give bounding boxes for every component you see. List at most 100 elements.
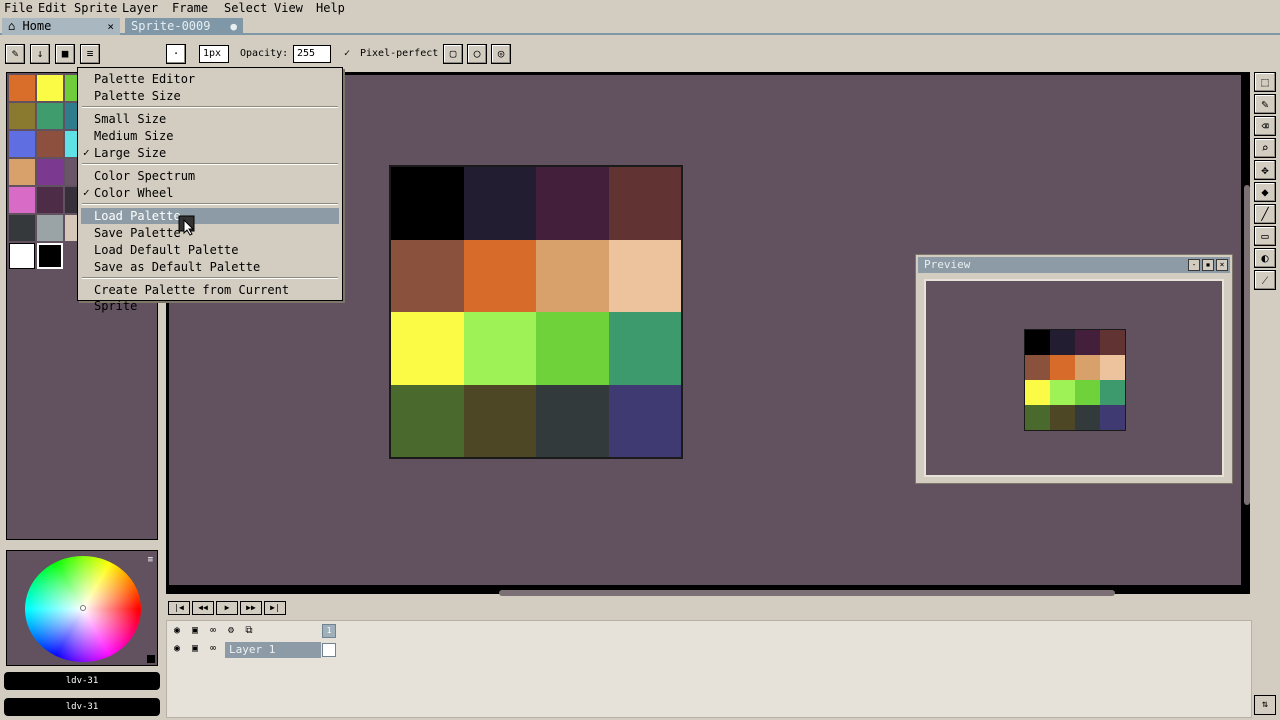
menu-item-palette-size[interactable]: Palette Size [81,88,339,104]
foreground-color-swatch[interactable] [9,243,35,269]
menu-file[interactable]: File [4,0,33,16]
link-icon[interactable]: ∞ [205,624,221,638]
palette-swatch[interactable] [9,131,35,157]
gear-icon[interactable]: ⚙ [223,624,239,638]
horizontal-scrollbar[interactable] [499,590,1115,596]
tab-sprite[interactable]: Sprite-0009 ● [125,18,243,35]
sprite-pixel [391,239,464,312]
timeline-toggle-icon[interactable]: ⇅ [1254,695,1276,715]
first-frame-icon[interactable]: |◀ [168,601,190,615]
next-frame-icon[interactable]: ▶▶ [240,601,262,615]
palette-swatch[interactable] [37,131,63,157]
brush-size-field[interactable]: 1px [199,45,229,63]
cel[interactable] [322,643,336,657]
preview-pixel [1075,405,1100,430]
pixel-perfect-checkbox[interactable]: ✓ [344,48,350,59]
background-color-bar[interactable]: ldv-31 [4,698,160,716]
sprite-pixel [536,384,609,457]
zoom-tool-icon[interactable]: ⌕ [1254,138,1276,158]
preview-maximize-button[interactable]: ▪ [1202,259,1214,271]
menu-item-save-as-default-palette[interactable]: Save as Default Palette [81,259,339,275]
brush-options-icon[interactable]: ≡ [80,44,100,64]
menubar: File Edit Sprite Layer Frame Select View… [0,0,1280,16]
menu-help[interactable]: Help [316,0,345,16]
pencil-tool-icon[interactable]: ✎ [1254,94,1276,114]
vertical-scrollbar[interactable] [1244,185,1250,505]
menu-separator [82,277,338,279]
palette-swatch[interactable] [9,75,35,101]
menu-item-color-spectrum[interactable]: Color Spectrum [81,168,339,184]
prev-frame-icon[interactable]: ◀◀ [192,601,214,615]
palette-swatch[interactable] [37,215,63,241]
palette-swatch[interactable] [9,103,35,129]
palette-swatch[interactable] [37,103,63,129]
preview-title-bar[interactable]: Preview - ▪ × [918,257,1230,273]
menu-layer[interactable]: Layer [122,0,158,16]
ink-simple-icon[interactable]: ▢ [443,44,463,64]
palette-swatch[interactable] [9,187,35,213]
lock-icon[interactable]: ▣ [187,624,203,638]
play-icon[interactable]: ▶ [216,601,238,615]
eraser-tool-icon[interactable]: ⌫ [1254,116,1276,136]
opacity-field[interactable]: 255 [293,45,331,63]
layer-link-icon[interactable]: ∞ [205,642,221,656]
timeline: ◉ ▣ ∞ ⚙ ⧉ 1 ◉ ▣ ∞ Layer 1 [166,620,1252,718]
background-color-swatch[interactable] [37,243,63,269]
ink-lock-icon[interactable]: ◎ [491,44,511,64]
foreground-color-bar[interactable]: ldv-31 [4,672,160,690]
color-wheel-selector[interactable] [80,605,86,611]
fill-tool-icon[interactable]: ◆ [1254,182,1276,202]
preview-pixel [1050,355,1075,380]
layer-eye-icon[interactable]: ◉ [169,642,185,656]
close-icon[interactable]: × [107,18,114,35]
menu-item-load-palette[interactable]: Load Palette [81,208,339,224]
preview-minimize-button[interactable]: - [1188,259,1200,271]
last-frame-icon[interactable]: ▶| [264,601,286,615]
palette-swatch[interactable] [9,215,35,241]
menu-item-load-default-palette[interactable]: Load Default Palette [81,242,339,258]
layer-name[interactable]: Layer 1 [225,642,321,658]
menu-item-medium-size[interactable]: Medium Size [81,128,339,144]
contour-tool-icon[interactable]: ◐ [1254,248,1276,268]
move-tool-icon[interactable]: ✥ [1254,160,1276,180]
blur-tool-icon[interactable]: ⁄ [1254,270,1276,290]
rectangle-tool-icon[interactable]: ▭ [1254,226,1276,246]
menu-item-small-size[interactable]: Small Size [81,111,339,127]
preview-close-button[interactable]: × [1216,259,1228,271]
menu-item-label: Small Size [94,112,167,126]
palette-swatch[interactable] [9,159,35,185]
palette-swatch[interactable] [37,75,63,101]
menu-item-save-palette[interactable]: Save Palette [81,225,339,241]
modified-dot-icon[interactable]: ● [230,18,237,35]
square-brush-icon[interactable]: ■ [55,44,75,64]
menu-item-palette-editor[interactable]: Palette Editor [81,71,339,87]
menu-edit[interactable]: Edit [38,0,67,16]
brush-shape-icon[interactable]: · [166,44,186,64]
menu-item-large-size[interactable]: ✓ Large Size [81,145,339,161]
menu-item-color-wheel[interactable]: ✓ Color Wheel [81,185,339,201]
opacity-label: Opacity: [240,48,289,59]
palette-swatch[interactable] [37,159,63,185]
palette-options-menu: Palette Editor Palette Size Small Size Medi… [77,67,343,313]
layer-row[interactable]: ◉ ▣ ∞ Layer 1 [169,642,339,658]
marquee-tool-icon[interactable]: ⬚ [1254,72,1276,92]
sprite-canvas[interactable] [389,165,683,459]
onion-skin-icon[interactable]: ⧉ [241,624,257,638]
layer-lock-icon[interactable]: ▣ [187,642,203,656]
eye-icon[interactable]: ◉ [169,624,185,638]
menu-select[interactable]: Select [224,0,267,16]
menu-sprite[interactable]: Sprite [74,0,117,16]
menu-frame[interactable]: Frame [172,0,208,16]
menu-view[interactable]: View [274,0,303,16]
menu-separator [82,106,338,108]
menu-item-create-palette-from-current-sprite[interactable]: Create Palette from Current Sprite [81,282,339,313]
brush-down-icon[interactable]: ↓ [30,44,50,64]
frame-header[interactable]: 1 [322,624,336,638]
wheel-menu-icon[interactable]: ≡ [148,555,153,565]
palette-swatch[interactable] [37,187,63,213]
checkmark-icon: ✓ [83,146,90,159]
brush-mode-icon[interactable]: ✎ [5,44,25,64]
line-tool-icon[interactable]: ╱ [1254,204,1276,224]
tab-home[interactable]: ⌂ Home × [2,18,120,35]
ink-alpha-icon[interactable]: ◯ [467,44,487,64]
